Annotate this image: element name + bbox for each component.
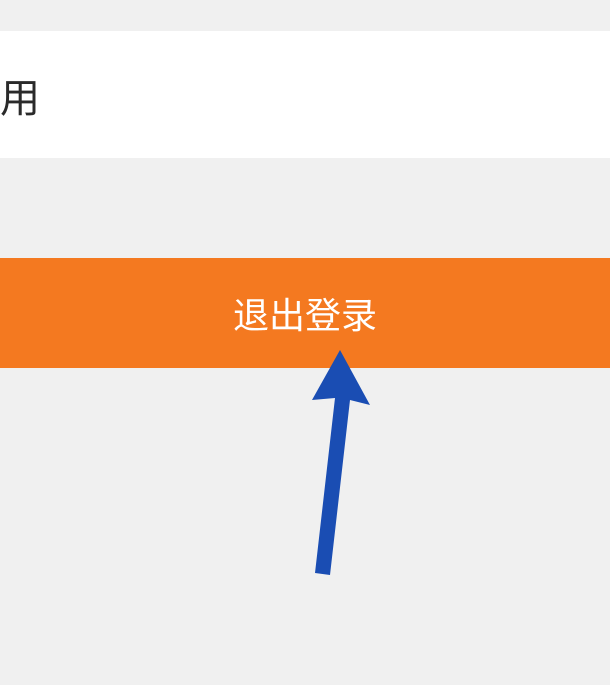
logout-button-label: 退出登录 [233,287,377,339]
annotation-arrow [290,350,390,595]
settings-row-label: 用 [0,66,40,124]
logout-button[interactable]: 退出登录 [0,258,610,368]
top-background-strip [0,0,610,31]
arrow-icon [290,350,390,590]
settings-row[interactable]: 用 [0,31,610,158]
